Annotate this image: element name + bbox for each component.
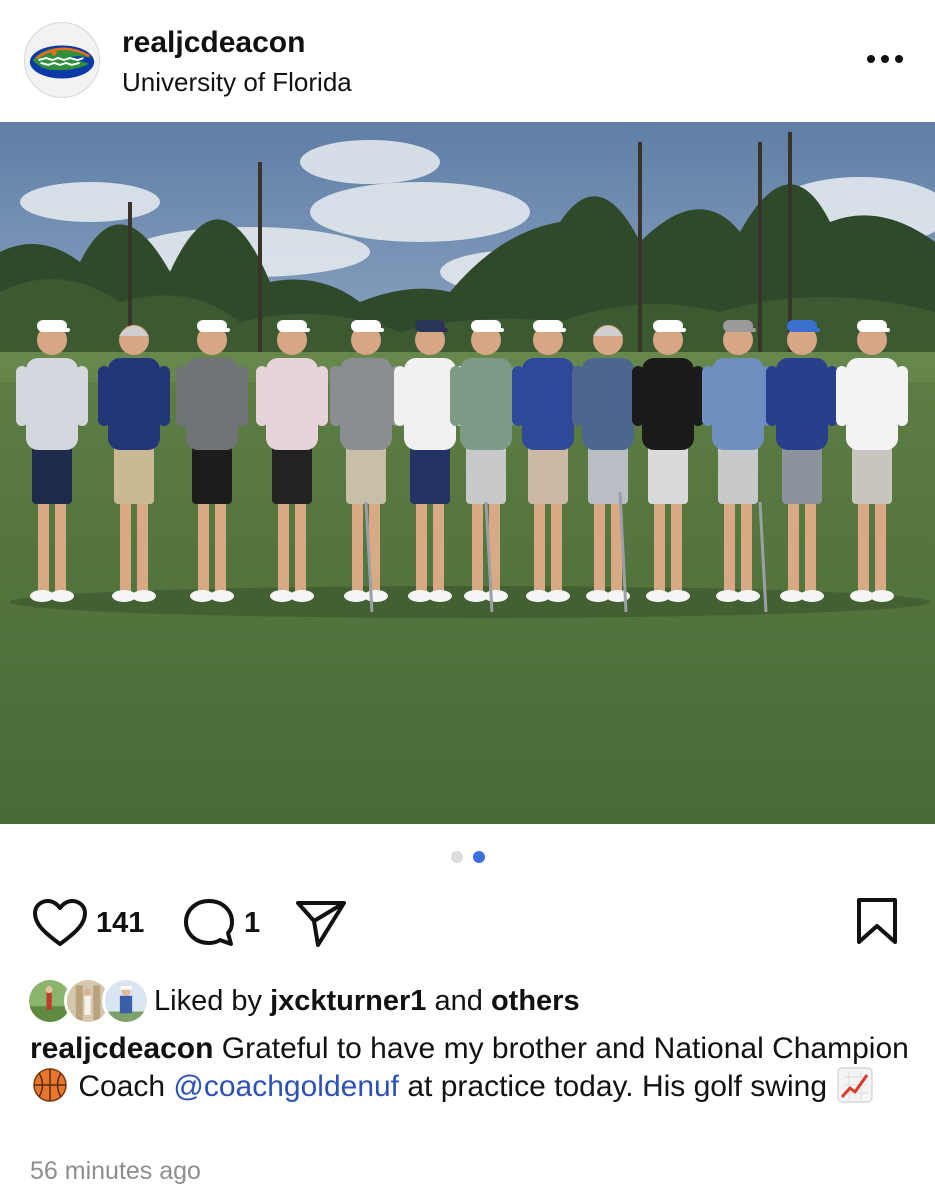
post-username[interactable]: realjcdeacon [122, 26, 305, 60]
carousel-indicator [0, 851, 935, 865]
like-count[interactable]: 141 [96, 907, 144, 940]
profile-avatar[interactable] [24, 22, 100, 98]
chart-increasing-emoji-icon [837, 1067, 873, 1103]
share-button[interactable] [294, 892, 348, 954]
post-timestamp: 56 minutes ago [30, 1157, 201, 1185]
post-actions: 141 1 [0, 892, 935, 954]
liked-by-prefix: Liked by [154, 984, 263, 1017]
liked-by-middle: and [434, 984, 483, 1017]
liked-by-others[interactable]: others [491, 985, 580, 1017]
caption-author[interactable]: realjcdeacon [30, 1032, 213, 1065]
more-horizontal-icon [867, 55, 903, 63]
carousel-dot-1[interactable] [450, 851, 463, 863]
like-button[interactable]: 141 [32, 892, 144, 954]
send-icon [296, 901, 346, 947]
post-header: realjcdeacon University of Florida [0, 0, 935, 122]
comment-icon [184, 899, 234, 946]
carousel-dot-2-active[interactable] [472, 851, 485, 863]
liked-by-row[interactable]: Liked by jxckturner1 and others [26, 976, 580, 1026]
golf-team-photo [0, 122, 935, 824]
heart-icon [33, 899, 87, 946]
caption-mention-link[interactable]: @coachgoldenuf [173, 1070, 399, 1103]
liker-avatar-3 [102, 977, 150, 1025]
liker-avatars[interactable] [26, 977, 150, 1025]
liked-by-text[interactable]: Liked by jxckturner1 and others [154, 985, 580, 1018]
post-caption: realjcdeacon Grateful to have my brother… [30, 1030, 910, 1105]
comment-count[interactable]: 1 [244, 907, 260, 940]
post-location[interactable]: University of Florida [122, 67, 352, 98]
caption-text-3: at practice today. His golf swing [407, 1070, 828, 1103]
caption-text-2: Coach [78, 1070, 166, 1103]
bookmark-icon [857, 898, 897, 944]
more-options-button[interactable] [861, 44, 909, 74]
caption-text-1: Grateful to have my brother and National… [221, 1032, 909, 1065]
basketball-emoji-icon [33, 1068, 67, 1102]
gator-logo-icon [25, 23, 99, 97]
save-button[interactable] [855, 896, 899, 951]
liked-by-user[interactable]: jxckturner1 [270, 985, 426, 1017]
post-photo[interactable] [0, 122, 935, 824]
comment-button[interactable]: 1 [182, 892, 260, 954]
